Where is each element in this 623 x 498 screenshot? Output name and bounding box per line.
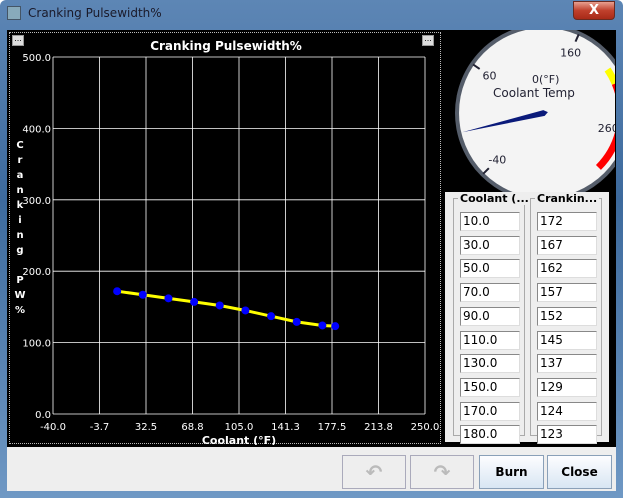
undo-icon: ↶ — [365, 460, 383, 484]
data-point — [113, 287, 122, 296]
data-point — [292, 317, 301, 326]
close-button[interactable]: Close — [547, 455, 612, 489]
chart-title: Cranking Pulsewidth% — [150, 39, 302, 53]
burn-button[interactable]: Burn — [479, 455, 544, 489]
coolant-cell[interactable]: 30.0 — [460, 235, 520, 255]
data-point — [215, 301, 224, 310]
window-close-button[interactable]: X — [573, 1, 615, 20]
chart-options-left-button[interactable]: ... — [12, 35, 24, 46]
coolant-cell[interactable]: 10.0 — [460, 212, 520, 231]
gauge-tick-label: 160 — [560, 47, 581, 60]
display-panel: ... ... Cranking Pulsewidth% -40.0 -3.7 32.… — [7, 30, 616, 447]
chart-options-right-button[interactable]: ... — [422, 35, 434, 46]
x-tick-label: 68.8 — [181, 422, 203, 433]
y-tick-label: 0.0 — [35, 410, 51, 421]
app-icon — [7, 6, 21, 20]
coolant-cell[interactable]: 180.0 — [460, 425, 520, 445]
y-tick-label: 400.0 — [22, 124, 51, 135]
x-tick-label: -40.0 — [40, 422, 66, 433]
cranking-header: Crankin... — [535, 192, 600, 205]
cranking-cell[interactable]: 152 — [537, 306, 597, 326]
cranking-cell[interactable]: 157 — [537, 283, 597, 303]
data-point — [241, 306, 250, 315]
table-panel: Coolant (... 10.0 30.0 50.0 70.0 90.0 110.0 13… — [445, 192, 609, 445]
data-point — [138, 290, 147, 299]
cranking-cell[interactable]: 172 — [537, 212, 597, 231]
redo-icon: ↷ — [433, 460, 451, 484]
cranking-cell[interactable]: 167 — [537, 235, 597, 255]
cranking-cell[interactable]: 124 — [537, 401, 597, 421]
gauge-tick-label: -40 — [488, 154, 506, 167]
x-tick-label: -3.7 — [90, 422, 110, 433]
y-tick-label: 500.0 — [22, 53, 51, 64]
cranking-cell[interactable]: 123 — [537, 425, 597, 445]
coolant-cell[interactable]: 150.0 — [460, 377, 520, 397]
x-tick-label: 32.5 — [135, 422, 157, 433]
y-tick-label: 300.0 — [22, 196, 51, 207]
gauge-label: Coolant Temp — [493, 86, 575, 100]
redo-button[interactable]: ↷ — [410, 455, 474, 489]
coolant-cell[interactable]: 130.0 — [460, 354, 520, 374]
data-line — [116, 289, 336, 328]
y-axis-label: Cranking P W% — [14, 140, 25, 316]
coolant-cell[interactable]: 170.0 — [460, 401, 520, 421]
data-point — [164, 294, 173, 303]
gauge-tick-label: 60 — [483, 70, 497, 83]
x-tick-label: 177.5 — [318, 422, 347, 433]
x-tick-label: 141.3 — [271, 422, 300, 433]
data-point — [267, 312, 276, 321]
cranking-cell[interactable]: 129 — [537, 377, 597, 397]
coolant-gauge: -40 60 160 260 0(°F) Coolant Temp — [455, 30, 615, 192]
cranking-cell[interactable]: 145 — [537, 330, 597, 350]
client-area: ... ... Cranking Pulsewidth% -40.0 -3.7 32.… — [7, 30, 616, 491]
x-tick-label: 250.0 — [411, 422, 440, 433]
x-axis-label: Coolant (°F) — [202, 434, 276, 445]
undo-button[interactable]: ↶ — [342, 455, 406, 489]
cranking-cell[interactable]: 162 — [537, 259, 597, 279]
data-point — [318, 321, 327, 330]
cranking-column: Crankin... 172 167 162 157 152 145 137 129 124 12… — [530, 192, 602, 445]
y-tick-label: 100.0 — [22, 339, 51, 350]
y-tick-label: 200.0 — [22, 267, 51, 278]
coolant-header: Coolant (... — [458, 192, 531, 205]
coolant-cell[interactable]: 50.0 — [460, 259, 520, 279]
gauge-tick-label: 260 — [598, 122, 615, 135]
data-point — [331, 322, 340, 331]
coolant-cell[interactable]: 110.0 — [460, 330, 520, 350]
window-title: Cranking Pulsewidth% — [28, 6, 162, 20]
cranking-cell[interactable]: 137 — [537, 354, 597, 374]
chart-panel: ... ... Cranking Pulsewidth% -40.0 -3.7 32.… — [9, 32, 441, 447]
data-point — [190, 297, 199, 306]
line-chart: Cranking Pulsewidth% -40.0 -3.7 32.5 68.8 105… — [14, 39, 440, 447]
coolant-column: Coolant (... 10.0 30.0 50.0 70.0 90.0 110.0 13… — [453, 192, 531, 445]
x-tick-label: 105.0 — [225, 422, 254, 433]
x-tick-label: 213.8 — [364, 422, 393, 433]
window: Cranking Pulsewidth% X ... ... Cranking … — [0, 0, 623, 498]
gauge-value: 0(°F) — [532, 73, 559, 86]
coolant-cell[interactable]: 70.0 — [460, 283, 520, 303]
coolant-cell[interactable]: 90.0 — [460, 306, 520, 326]
